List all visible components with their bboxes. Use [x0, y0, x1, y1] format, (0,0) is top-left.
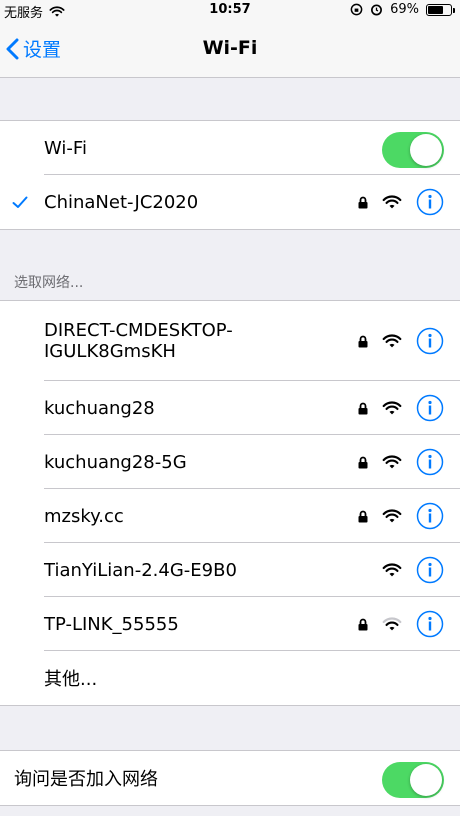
- wifi-toggle-row: Wi-Fi: [0, 121, 460, 175]
- network-name: mzsky.cc: [44, 505, 124, 527]
- lock-icon: [358, 402, 368, 414]
- wifi-toggle[interactable]: [382, 132, 444, 168]
- ask-join-label: 询问是否加入网络: [14, 769, 158, 790]
- network-row[interactable]: TianYiLian-2.4G-E9B0: [0, 543, 460, 597]
- ask-join-toggle[interactable]: [382, 762, 444, 798]
- wifi-weak-signal-icon: [382, 616, 402, 630]
- checkmark-icon: [12, 196, 28, 208]
- wifi-signal-icon: [382, 454, 402, 468]
- battery-icon: [426, 3, 455, 16]
- alarm-icon: [371, 4, 383, 16]
- network-name: kuchuang28-5G: [44, 451, 187, 473]
- battery-level: [428, 5, 444, 14]
- lock-icon: [358, 456, 368, 468]
- network-row[interactable]: TP-LINK_55555: [0, 597, 460, 651]
- toggle-knob: [410, 134, 442, 166]
- ask-join-section: 询问是否加入网络: [0, 750, 460, 806]
- page-title: Wi-Fi: [202, 37, 258, 59]
- battery-percent: 69%: [390, 2, 419, 17]
- info-icon[interactable]: [416, 448, 444, 476]
- info-icon[interactable]: [416, 502, 444, 530]
- lock-icon: [358, 335, 368, 347]
- status-bar: 无服务 10:57 69%: [0, 0, 460, 22]
- wifi-signal-icon: [382, 508, 402, 522]
- info-icon[interactable]: [416, 610, 444, 638]
- info-icon[interactable]: [416, 394, 444, 422]
- wifi-toggle-label: Wi-Fi: [44, 137, 87, 159]
- network-name: TianYiLian-2.4G-E9B0: [44, 559, 237, 581]
- choose-network-header: 选取网络...: [14, 275, 84, 291]
- network-name: kuchuang28: [44, 397, 155, 419]
- network-row[interactable]: kuchuang28: [0, 381, 460, 435]
- orientation-lock-icon: [350, 3, 363, 16]
- network-name-line2: IGULK8GmsKH: [44, 341, 176, 362]
- wifi-signal-icon: [382, 562, 402, 576]
- other-network-row[interactable]: 其他...: [0, 651, 460, 705]
- connected-network-name: ChinaNet-JC2020: [44, 191, 199, 213]
- wifi-signal-icon: [382, 194, 402, 208]
- connected-network-row[interactable]: ChinaNet-JC2020: [0, 175, 460, 229]
- info-icon[interactable]: [416, 556, 444, 584]
- toggle-knob: [410, 764, 442, 796]
- wifi-section: Wi-Fi ChinaNet-JC2020: [0, 120, 460, 230]
- wifi-signal-icon: [382, 400, 402, 414]
- network-list: DIRECT-CMDESKTOP- IGULK8GmsKH kuchuang28…: [0, 300, 460, 706]
- status-right: 69%: [350, 2, 455, 17]
- info-icon[interactable]: [416, 327, 444, 355]
- network-name: TP-LINK_55555: [44, 613, 179, 635]
- info-icon[interactable]: [416, 188, 444, 216]
- other-network-label: 其他...: [44, 669, 98, 690]
- network-row[interactable]: DIRECT-CMDESKTOP- IGULK8GmsKH: [0, 301, 460, 381]
- network-name-line1: DIRECT-CMDESKTOP-: [44, 320, 233, 341]
- ask-join-row: 询问是否加入网络: [0, 751, 460, 805]
- lock-icon: [358, 196, 368, 208]
- wifi-signal-icon: [382, 333, 402, 347]
- lock-icon: [358, 510, 368, 522]
- network-row[interactable]: kuchuang28-5G: [0, 435, 460, 489]
- navigation-bar: 设置 Wi-Fi: [0, 22, 460, 78]
- lock-icon: [358, 618, 368, 630]
- network-row[interactable]: mzsky.cc: [0, 489, 460, 543]
